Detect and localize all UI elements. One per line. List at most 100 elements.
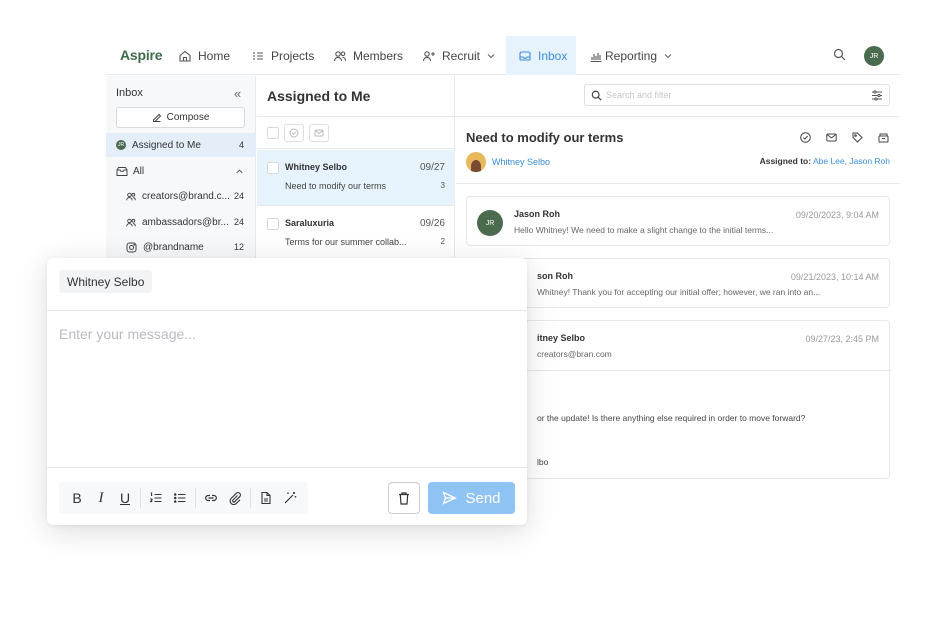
thread-message[interactable]: JR Jason Roh 09/20/2023, 9:04 AM Hello W… — [466, 196, 890, 246]
numbered-list-icon[interactable] — [144, 486, 168, 510]
sidebar-item-assigned[interactable]: JR Assigned to Me 4 — [106, 133, 256, 157]
nav-projects[interactable]: Projects — [251, 36, 314, 75]
contact-name: Whitney Selbo — [492, 157, 551, 167]
message-count: 3 — [440, 181, 445, 190]
search-icon[interactable] — [833, 48, 846, 61]
inbox-icon — [519, 50, 531, 61]
sidebar-item-count: 12 — [233, 242, 244, 252]
archive-icon[interactable] — [877, 131, 890, 144]
row-checkbox[interactable] — [267, 218, 279, 230]
select-all-checkbox[interactable] — [267, 126, 279, 139]
bold-icon[interactable]: B — [65, 486, 89, 510]
members-icon — [333, 50, 347, 61]
trash-icon — [399, 491, 409, 505]
nav-members[interactable]: Members — [333, 36, 403, 75]
filter-sliders-icon[interactable] — [871, 89, 883, 101]
assignees-link[interactable]: Abe Lee, Jason Roh — [813, 156, 890, 166]
nav-members-label: Members — [353, 48, 404, 63]
italic-icon[interactable]: I — [89, 486, 113, 510]
list-item[interactable]: Whitney Selbo 09/27 Need to modify our t… — [257, 150, 455, 206]
chevron-down-icon — [664, 53, 672, 58]
members-icon — [126, 192, 136, 200]
collapse-icon[interactable]: « — [234, 86, 241, 101]
message-body: or the update! Is there anything else re… — [537, 413, 806, 423]
conversation-subject: Need to modify our terms — [466, 130, 624, 145]
nav-inbox-label: Inbox — [538, 48, 568, 63]
compose-label: Compose — [166, 112, 210, 123]
attachment-icon[interactable] — [223, 486, 247, 510]
sidebar-item-label: All — [133, 165, 145, 177]
conversation-actions — [799, 131, 890, 144]
sidebar-item-count: 24 — [233, 191, 244, 201]
formatting-toolbar: B I U — [59, 482, 308, 514]
compose-button[interactable]: Compose — [116, 107, 245, 128]
user-avatar[interactable]: JR — [864, 46, 884, 66]
recruit-icon — [422, 50, 435, 61]
mail-icon — [314, 129, 324, 136]
message-subject: Need to modify our terms — [285, 181, 387, 191]
chevron-down-icon — [487, 53, 495, 58]
nav-recruit[interactable]: Recruit — [422, 36, 496, 75]
sidebar-item-creators[interactable]: creators@brand.c... 24 — [106, 184, 256, 208]
sidebar-item-label: @brandname — [143, 241, 204, 253]
nav-reporting[interactable]: Reporting — [589, 36, 673, 75]
list-item[interactable]: Saraluxuria 09/26 Terms for our summer c… — [257, 206, 455, 262]
message-recipient: creators@bran.com — [537, 349, 612, 359]
nav-projects-label: Projects — [271, 48, 315, 63]
message-sender: Saraluxuria — [285, 218, 335, 228]
magic-wand-icon[interactable] — [278, 486, 302, 510]
check-circle-icon — [289, 128, 299, 137]
message-input[interactable] — [59, 326, 515, 456]
sidebar-title: Inbox — [116, 87, 143, 99]
nav-home[interactable]: Home — [178, 36, 230, 75]
row-checkbox[interactable] — [267, 162, 279, 174]
search-input[interactable] — [606, 90, 867, 100]
sidebar-item-all[interactable]: All — [106, 159, 256, 183]
thread-message-expanded[interactable]: itney Selbo 09/27/23, 2:45 PM creators@b… — [466, 320, 891, 479]
check-circle-icon[interactable] — [799, 131, 812, 144]
nav-inbox[interactable]: Inbox — [506, 36, 576, 75]
tag-icon[interactable] — [851, 131, 864, 144]
message-date: 09/27 — [419, 162, 445, 173]
send-label: Send — [465, 489, 501, 507]
avatar: JR — [116, 140, 126, 150]
assigned-label: Assigned to: — [759, 156, 812, 166]
nav-recruit-label: Recruit — [442, 48, 481, 63]
message-timestamp: 09/27/23, 2:45 PM — [805, 334, 879, 344]
chevron-up-icon[interactable] — [235, 167, 244, 176]
recipient-bar: Whitney Selbo — [47, 258, 527, 311]
divider — [467, 370, 891, 371]
toolbar-divider — [195, 488, 196, 508]
document-icon[interactable] — [254, 486, 278, 510]
bullet-list-icon[interactable] — [168, 486, 192, 510]
search-filter-box[interactable] — [584, 84, 890, 106]
mark-read-button[interactable] — [309, 123, 329, 142]
sidebar-item-instagram[interactable]: @brandname 12 — [106, 235, 256, 259]
message-sender: Whitney Selbo — [285, 162, 348, 172]
message-sender: Jason Roh — [514, 209, 561, 219]
sidebar-item-label: Assigned to Me — [132, 139, 201, 151]
sidebar-item-count: 4 — [238, 140, 244, 150]
underline-icon[interactable]: U — [113, 486, 137, 510]
sidebar-item-label: ambassadors@br... — [142, 216, 229, 228]
contact-avatar — [466, 152, 486, 172]
brand-logo[interactable]: Aspire — [120, 47, 163, 63]
avatar: JR — [477, 210, 503, 236]
message-signature: lbo — [537, 457, 549, 467]
message-preview: Hello Whitney! We need to make a slight … — [514, 225, 774, 235]
thread-message[interactable]: son Roh 09/21/2023, 10:14 AM Whitney! Th… — [466, 258, 890, 308]
message-timestamp: 09/21/2023, 10:14 AM — [790, 272, 879, 282]
recipient-chip[interactable]: Whitney Selbo — [59, 270, 153, 293]
mark-done-button[interactable] — [284, 123, 304, 142]
chart-icon — [590, 52, 602, 62]
assigned-to: Assigned to: Abe Lee, Jason Roh — [760, 156, 890, 166]
send-button[interactable]: Send — [428, 482, 515, 514]
message-count: 2 — [440, 237, 445, 246]
link-icon[interactable] — [199, 486, 223, 510]
discard-draft-button[interactable] — [388, 482, 420, 514]
sidebar-item-ambassadors[interactable]: ambassadors@br... 24 — [106, 210, 256, 234]
home-icon — [179, 50, 191, 62]
nav-home-label: Home — [198, 48, 231, 63]
conversation-contact[interactable]: Whitney Selbo — [466, 152, 550, 172]
mail-icon[interactable] — [825, 131, 838, 144]
